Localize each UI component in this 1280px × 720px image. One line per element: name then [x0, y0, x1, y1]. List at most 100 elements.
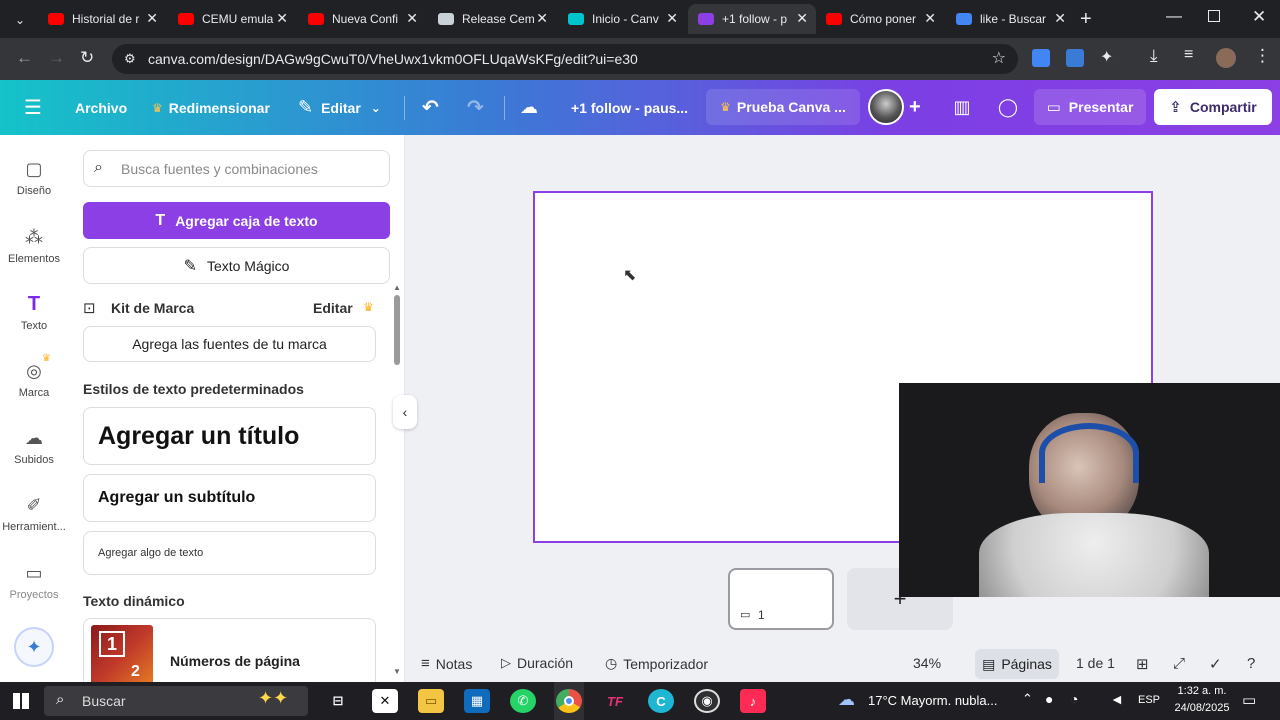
scroll-up-arrow-icon[interactable]: ▲ — [393, 283, 401, 292]
undo-icon[interactable]: ↶ — [422, 80, 439, 135]
tab-close-icon[interactable]: ✕ — [1054, 10, 1066, 27]
whatsapp-icon[interactable]: ✆ — [510, 689, 536, 713]
page-thumbnail[interactable]: ▭ 1 — [728, 568, 834, 630]
network-icon[interactable]: ◔ — [1070, 691, 1078, 707]
new-tab-button[interactable]: + — [1080, 8, 1092, 31]
insights-chart-icon[interactable]: ▥ — [942, 89, 982, 125]
rail-item-elementos[interactable]: ⁂ Elementos — [0, 225, 68, 265]
language-indicator[interactable]: ESP — [1138, 694, 1160, 706]
task-view-icon[interactable]: ⊟ — [325, 689, 351, 713]
weather-icon[interactable]: ☁ — [838, 690, 855, 710]
notifications-icon[interactable]: ▭ — [1242, 691, 1256, 709]
check-icon[interactable]: ✓ — [1209, 655, 1222, 673]
reload-icon[interactable]: ↻ — [80, 48, 94, 68]
scroll-down-arrow-icon[interactable]: ▼ — [393, 667, 401, 676]
close-window-button[interactable]: ✕ — [1252, 7, 1266, 27]
browser-tab[interactable]: like - Buscar ✕ — [946, 4, 1074, 34]
editar-menu[interactable]: ✎ Editar ⌄ — [298, 80, 381, 135]
tab-close-icon[interactable]: ✕ — [666, 10, 678, 27]
site-info-icon[interactable]: ⚙ — [124, 44, 136, 74]
obs-icon[interactable]: ◉ — [694, 689, 720, 713]
tiktok-icon[interactable]: ♪ — [740, 689, 766, 713]
brand-fonts-button[interactable]: Agrega las fuentes de tu marca — [83, 326, 376, 362]
profile-avatar[interactable] — [1216, 48, 1236, 68]
xbox-app-icon[interactable]: ✕ — [372, 689, 398, 713]
minimize-button[interactable]: — — [1166, 8, 1182, 26]
weather-text[interactable]: 17°C Mayorm. nubla... — [868, 693, 997, 708]
back-icon[interactable]: ← — [16, 48, 33, 68]
restore-button[interactable] — [1208, 10, 1220, 22]
browser-tab[interactable]: Release Cem ✕ — [428, 4, 556, 34]
rail-item-marca[interactable]: ◎ Marca ♛ — [0, 353, 68, 399]
duracion-button[interactable]: ▷ Duración — [501, 655, 573, 671]
clock-time[interactable]: 1:32 a. m. — [1174, 685, 1230, 697]
chrome-menu-icon[interactable]: ⋮ — [1254, 46, 1271, 66]
tab-close-icon[interactable]: ✕ — [146, 10, 158, 27]
notas-button[interactable]: ≡ Notas — [421, 655, 472, 672]
browser-tab[interactable]: +1 follow - p ✕ — [688, 4, 816, 34]
tab-close-icon[interactable]: ✕ — [924, 10, 936, 27]
compartir-button[interactable]: ⇪ Compartir — [1154, 89, 1272, 125]
media-control-icon[interactable]: ≡ — [1184, 46, 1193, 64]
rail-item-texto[interactable]: T Texto — [0, 292, 68, 332]
browser-tab[interactable]: Inicio - Canv ✕ — [558, 4, 686, 34]
rail-item-proyectos[interactable]: ▭ Proyectos — [0, 561, 68, 601]
presentar-button[interactable]: ▭ Presentar — [1034, 89, 1146, 125]
archivo-menu[interactable]: Archivo — [75, 80, 127, 135]
tray-chevron-icon[interactable]: ⌃ — [1022, 691, 1033, 707]
help-icon[interactable]: ? — [1247, 655, 1255, 672]
collapse-panel-button[interactable]: ‹ — [393, 395, 417, 429]
redimensionar-button[interactable]: ♛ Redimensionar — [152, 80, 270, 135]
tab-close-icon[interactable]: ✕ — [536, 10, 548, 27]
zoom-level[interactable]: 34% — [913, 655, 941, 671]
browser-tab[interactable]: CEMU emula ✕ — [168, 4, 296, 34]
browser-tab[interactable]: Historial de r ✕ — [38, 4, 166, 34]
windows-start-icon[interactable] — [13, 693, 29, 709]
title-style-card[interactable]: Agregar un título — [83, 407, 376, 465]
magic-assistant-button[interactable]: ✦ — [14, 627, 54, 667]
volume-icon[interactable]: ◄ — [1110, 691, 1124, 707]
page-numbers-card[interactable]: 1 2 Números de página — [83, 618, 376, 682]
taskbar-search-box[interactable]: ⌕ Buscar ✦✦ — [44, 686, 308, 716]
comments-icon[interactable]: ◯ — [988, 89, 1028, 125]
fullscreen-icon[interactable]: ⤢ — [1173, 655, 1185, 672]
subtitle-style-card[interactable]: Agregar un subtítulo — [83, 474, 376, 522]
browser-tab[interactable]: Nueva Confi ✕ — [298, 4, 426, 34]
cloud-save-icon[interactable]: ☁ — [520, 80, 538, 135]
browser-tab[interactable]: Cómo poner ✕ — [816, 4, 944, 34]
microphone-icon[interactable]: ● — [1045, 691, 1053, 707]
tf-app-icon[interactable]: TF — [602, 689, 628, 713]
tab-close-icon[interactable]: ✕ — [406, 10, 418, 27]
extensions-puzzle-icon[interactable]: ✦ — [1100, 47, 1113, 67]
download-icon[interactable]: ⤓ — [1150, 46, 1158, 66]
store-icon[interactable]: ▦ — [464, 689, 490, 713]
rail-item-diseno[interactable]: ▢ Diseño — [0, 157, 68, 197]
add-textbox-button[interactable]: T Agregar caja de texto — [83, 202, 390, 239]
brand-edit-link[interactable]: Editar — [313, 300, 353, 316]
paginas-button[interactable]: ▤ Páginas — [975, 649, 1059, 679]
rail-item-herramientas[interactable]: ✐ Herramient... — [0, 493, 68, 533]
magic-text-button[interactable]: ✎ Texto Mágico — [83, 247, 390, 284]
translate-icon[interactable] — [1032, 49, 1050, 67]
panel-scrollbar[interactable] — [394, 295, 400, 365]
add-collaborator-icon[interactable]: + — [909, 80, 921, 135]
tab-close-icon[interactable]: ✕ — [276, 10, 288, 27]
grid-view-icon[interactable]: ⊞ — [1136, 655, 1149, 673]
forward-icon[interactable]: → — [48, 48, 65, 68]
tab-search-button[interactable]: ⌄ — [10, 10, 30, 30]
canva-app-icon[interactable]: C — [648, 689, 674, 713]
extension-icon[interactable] — [1066, 49, 1084, 67]
tab-close-icon[interactable]: ✕ — [796, 10, 808, 27]
prueba-canva-button[interactable]: ♛ Prueba Canva ... — [706, 89, 860, 125]
bookmark-star-icon[interactable]: ☆ — [992, 44, 1006, 74]
body-style-card[interactable]: Agregar algo de texto — [83, 531, 376, 575]
redo-icon[interactable]: ↷ — [467, 80, 484, 135]
url-input[interactable]: ⚙ canva.com/design/DAGw9gCwuT0/VheUwx1vk… — [112, 44, 1018, 74]
temporizador-button[interactable]: ◷ Temporizador — [605, 655, 708, 672]
collaborator-avatar[interactable] — [868, 89, 904, 125]
file-explorer-icon[interactable]: ▭ — [418, 689, 444, 713]
font-search-input[interactable]: ⌕ Busca fuentes y combinaciones — [83, 150, 390, 187]
design-title[interactable]: +1 follow - paus... — [571, 80, 688, 135]
clock-date[interactable]: 24/08/2025 — [1170, 702, 1234, 714]
rail-item-subidos[interactable]: ☁ Subidos — [0, 426, 68, 466]
